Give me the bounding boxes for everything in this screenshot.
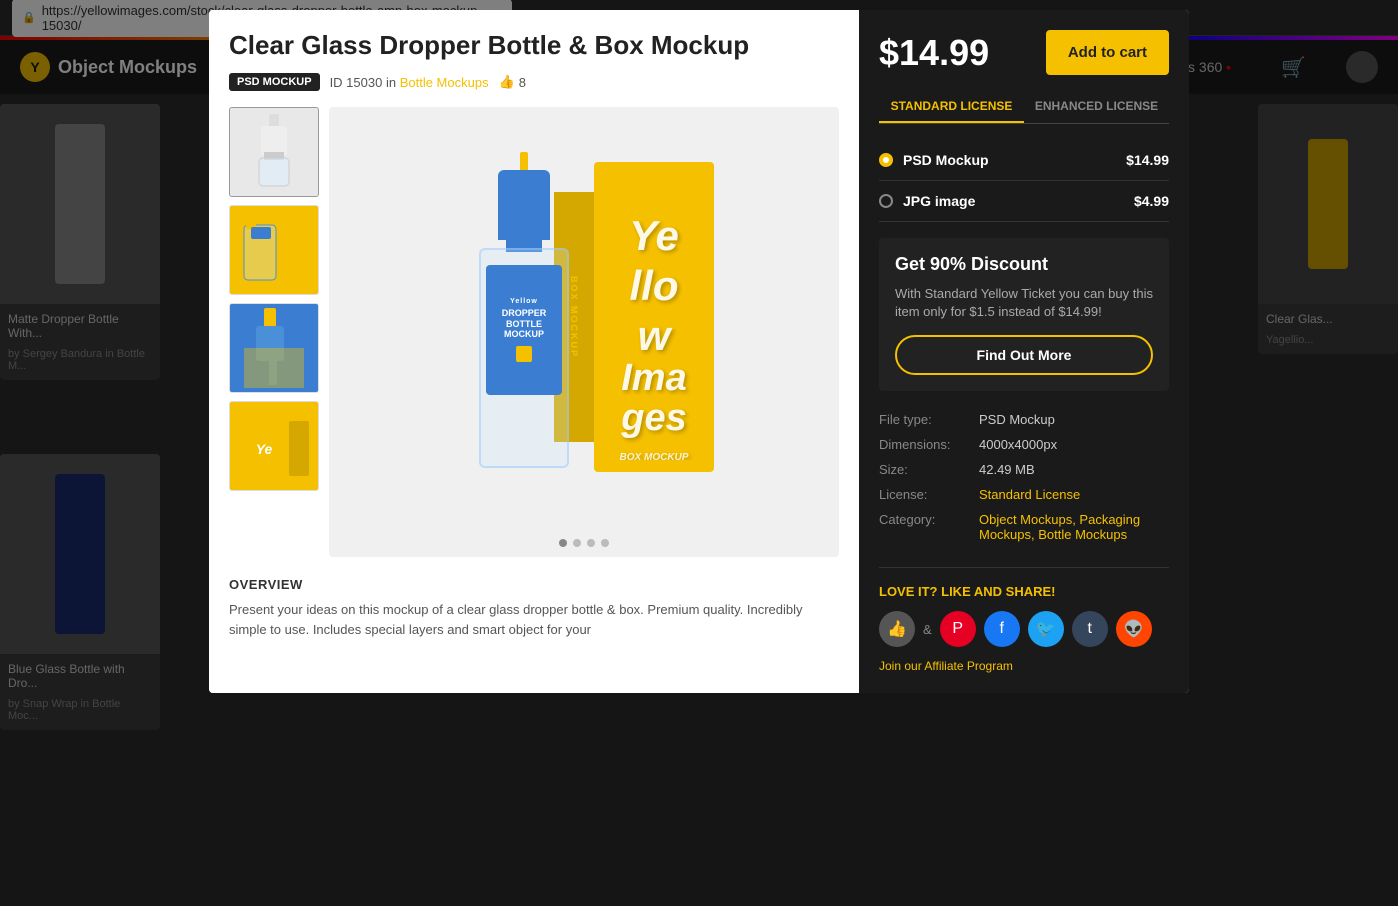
size-label: Size:	[879, 462, 979, 477]
psd-radio[interactable]	[879, 153, 893, 167]
main-image-placeholder: Ye llo w Ima ges BOX MOCKUP	[329, 107, 839, 557]
title-meta: PSD MOCKUP ID 15030 in Bottle Mockups 👍 …	[229, 73, 839, 91]
like-share-text: LIKE AND SHARE!	[941, 584, 1055, 599]
category-row: Category: Object Mockups, Packaging Mock…	[879, 507, 1169, 547]
affiliate-program-link[interactable]: Affiliate Program	[924, 659, 1012, 673]
psd-mockup-option[interactable]: PSD Mockup $14.99	[879, 140, 1169, 181]
find-out-more-button[interactable]: Find Out More	[895, 335, 1153, 375]
love-text: LOVE IT? LIKE AND SHARE!	[879, 584, 1169, 599]
ampersand: &	[923, 622, 932, 637]
svg-text:Ima: Ima	[621, 357, 686, 399]
product-gallery: Ye Ye	[229, 107, 839, 557]
thumbnail-1[interactable]	[229, 107, 319, 197]
pinterest-button[interactable]: P	[940, 611, 976, 647]
file-type-row: File type: PSD Mockup	[879, 407, 1169, 432]
twitter-button[interactable]: 🐦	[1028, 611, 1064, 647]
thumbs-up-button[interactable]: 👍	[879, 611, 915, 647]
love-section: LOVE IT? LIKE AND SHARE! 👍 & P f 🐦 t 👽 J…	[879, 567, 1169, 673]
psd-badge: PSD MOCKUP	[229, 73, 320, 91]
svg-text:llo: llo	[630, 262, 679, 309]
size-value: 42.49 MB	[979, 462, 1035, 477]
affiliate-link: Join our Affiliate Program	[879, 659, 1169, 673]
size-row: Size: 42.49 MB	[879, 457, 1169, 482]
discount-title: Get 90% Discount	[895, 254, 1153, 275]
carousel-dot-2[interactable]	[573, 539, 581, 547]
discount-section: Get 90% Discount With Standard Yellow Ti…	[879, 238, 1169, 391]
category-label: Category:	[879, 512, 979, 542]
product-title: Clear Glass Dropper Bottle & Box Mockup	[229, 30, 839, 61]
psd-option-price: $14.99	[1126, 152, 1169, 168]
bottle-body: Yellow DROPPERBOTTLEMOCKUP	[479, 248, 569, 468]
jpg-option-price: $4.99	[1134, 193, 1169, 209]
jpg-radio[interactable]	[879, 194, 893, 208]
license-label: License:	[879, 487, 979, 502]
social-buttons: 👍 & P f 🐦 t 👽	[879, 611, 1169, 647]
category-value[interactable]: Object Mockups, Packaging Mockups, Bottl…	[979, 512, 1169, 542]
license-value[interactable]: Standard License	[979, 487, 1080, 502]
carousel-dot-3[interactable]	[587, 539, 595, 547]
thumbnail-2[interactable]	[229, 205, 319, 295]
modal-right-panel: $14.99 Add to cart STANDARD LICENSE ENHA…	[859, 10, 1189, 693]
jpg-option-left: JPG image	[879, 193, 975, 209]
likes: 👍 8	[499, 74, 526, 90]
main-image-area: Ye llo w Ima ges BOX MOCKUP	[329, 107, 839, 557]
psd-option-left: PSD Mockup	[879, 152, 989, 168]
category-link[interactable]: Bottle Mockups	[400, 75, 489, 90]
overview-title: OVERVIEW	[229, 577, 839, 592]
thumbnail-4[interactable]: Ye	[229, 401, 319, 491]
dimensions-value: 4000x4000px	[979, 437, 1057, 452]
tumblr-button[interactable]: t	[1072, 611, 1108, 647]
svg-text:w: w	[638, 312, 673, 359]
product-modal: Clear Glass Dropper Bottle & Box Mockup …	[209, 10, 1189, 693]
overview-text: Present your ideas on this mockup of a c…	[229, 600, 839, 639]
product-price: $14.99	[879, 32, 989, 74]
file-type-label: File type:	[879, 412, 979, 427]
carousel-dot-4[interactable]	[601, 539, 609, 547]
reddit-button[interactable]: 👽	[1116, 611, 1152, 647]
jpg-option[interactable]: JPG image $4.99	[879, 181, 1169, 222]
carousel-dots	[329, 539, 839, 547]
modal-left-panel: Clear Glass Dropper Bottle & Box Mockup …	[209, 10, 859, 693]
svg-text:ges: ges	[620, 397, 686, 439]
jpg-option-name: JPG image	[903, 193, 975, 209]
file-info-section: File type: PSD Mockup Dimensions: 4000x4…	[879, 407, 1169, 547]
facebook-button[interactable]: f	[984, 611, 1020, 647]
thumbnail-3[interactable]	[229, 303, 319, 393]
thumbnails-column: Ye	[229, 107, 319, 557]
svg-text:BOX MOCKUP: BOX MOCKUP	[620, 452, 689, 460]
dropper-bottle: Yellow DROPPERBOTTLEMOCKUP	[454, 152, 594, 522]
dimensions-label: Dimensions:	[879, 437, 979, 452]
dimensions-row: Dimensions: 4000x4000px	[879, 432, 1169, 457]
add-to-cart-button[interactable]: Add to cart	[1046, 30, 1169, 75]
license-row: License: Standard License	[879, 482, 1169, 507]
modal-overlay: Clear Glass Dropper Bottle & Box Mockup …	[0, 0, 1398, 906]
standard-license-tab[interactable]: STANDARD LICENSE	[879, 91, 1024, 123]
yellow-box-text: Ye llo w Ima ges BOX MOCKUP	[599, 170, 709, 465]
svg-text:Ye: Ye	[256, 441, 273, 457]
carousel-dot-1[interactable]	[559, 539, 567, 547]
price-row: $14.99 Add to cart	[879, 30, 1169, 75]
discount-text: With Standard Yellow Ticket you can buy …	[895, 285, 1153, 321]
yellow-box: Ye llo w Ima ges BOX MOCKUP	[594, 162, 714, 472]
file-type-value: PSD Mockup	[979, 412, 1055, 427]
product-visual: Ye llo w Ima ges BOX MOCKUP	[434, 132, 734, 532]
overview-section: OVERVIEW Present your ideas on this mock…	[229, 577, 839, 639]
likes-icon: 👍	[499, 74, 515, 90]
svg-text:Ye: Ye	[629, 212, 679, 259]
product-id: ID 15030 in Bottle Mockups	[330, 75, 489, 90]
psd-option-name: PSD Mockup	[903, 152, 989, 168]
enhanced-license-tab[interactable]: ENHANCED LICENSE	[1024, 91, 1169, 123]
license-tabs: STANDARD LICENSE ENHANCED LICENSE	[879, 91, 1169, 124]
